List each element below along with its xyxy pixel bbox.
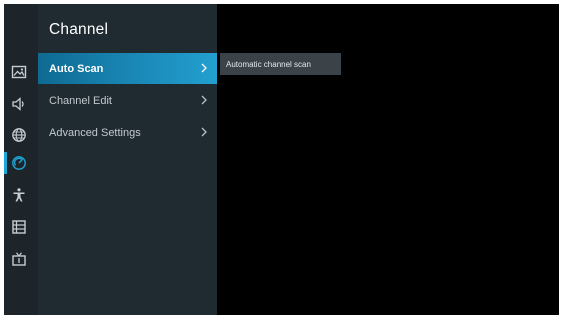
menu-item-auto-scan[interactable]: Auto Scan <box>38 53 217 84</box>
network-icon[interactable] <box>11 127 27 143</box>
menu-title: Channel <box>49 21 109 38</box>
chevron-right-icon <box>201 127 207 137</box>
settings-category-rail <box>4 4 38 315</box>
chevron-right-icon <box>201 63 207 73</box>
active-category-indicator <box>4 152 7 174</box>
menu-item-channel-edit[interactable]: Channel Edit <box>38 85 217 116</box>
tv-screen: Channel Auto Scan Channel Edit Advanced … <box>4 4 559 315</box>
system-icon[interactable] <box>11 219 27 235</box>
sound-icon[interactable] <box>11 96 27 112</box>
chevron-right-icon <box>201 95 207 105</box>
channel-icon[interactable] <box>11 155 27 171</box>
menu-item-label: Auto Scan <box>49 62 104 75</box>
support-icon[interactable] <box>11 251 27 267</box>
menu-item-advanced-settings[interactable]: Advanced Settings <box>38 117 217 148</box>
channel-menu-panel: Channel Auto Scan Channel Edit Advanced … <box>38 4 217 315</box>
menu-item-label: Advanced Settings <box>49 126 141 139</box>
menu-item-label: Channel Edit <box>49 94 112 107</box>
item-description-tooltip: Automatic channel scan <box>220 53 341 75</box>
picture-icon[interactable] <box>11 64 27 80</box>
accessibility-icon[interactable] <box>11 187 27 203</box>
